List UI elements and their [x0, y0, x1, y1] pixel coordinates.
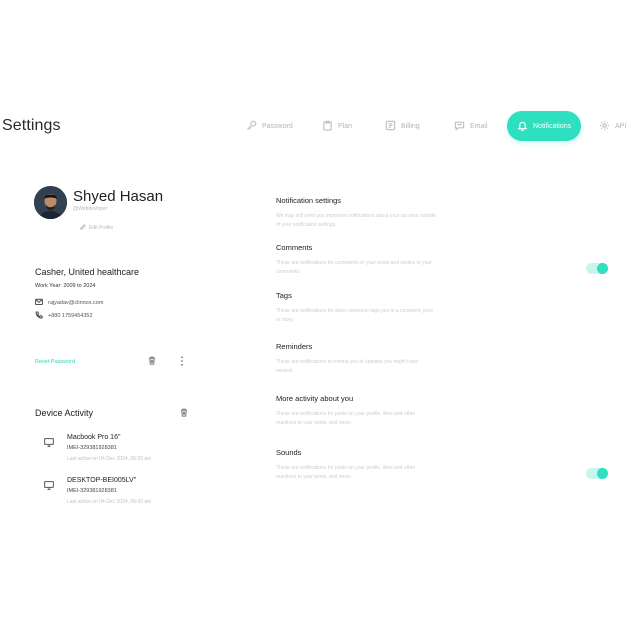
- tab-email[interactable]: Email: [454, 111, 488, 141]
- notification-description: These are notifications for posts on you…: [276, 411, 416, 426]
- sounds-toggle[interactable]: [586, 468, 608, 479]
- device-imei: IMEI-329381928381: [67, 445, 117, 451]
- settings-tabs: Password Plan Billing Email Notification…: [240, 111, 640, 141]
- gear-icon: [599, 120, 610, 133]
- email-text: rajyadav@clinnox.com: [48, 300, 104, 306]
- job-title: Casher, United healthcare: [35, 267, 140, 277]
- tab-plan[interactable]: Plan: [322, 111, 352, 141]
- notification-item-tags: Tags These are notifications for when so…: [276, 291, 636, 324]
- notification-title: Reminders: [276, 342, 313, 351]
- monitor-icon: [44, 481, 54, 490]
- notification-item-sounds: Sounds These are notifications for posts…: [276, 448, 636, 481]
- device-name: DESKTOP-BEI005LV": [67, 477, 137, 484]
- notification-item-activity: More activity about you These are notifi…: [276, 394, 636, 427]
- bell-icon: [517, 120, 528, 133]
- phone-text: +880 1759454352: [48, 313, 93, 319]
- trash-icon[interactable]: [180, 408, 188, 417]
- tab-notifications[interactable]: Notifications: [507, 111, 582, 141]
- phone-icon: [35, 311, 43, 321]
- key-icon: [246, 120, 257, 133]
- reset-password-link[interactable]: Reset Password: [35, 359, 75, 365]
- more-vertical-icon[interactable]: [180, 356, 184, 366]
- monitor-icon: [44, 438, 54, 447]
- section-title: Notification settings: [276, 196, 342, 205]
- tab-label: Email: [470, 122, 488, 130]
- tab-password[interactable]: Password: [246, 111, 293, 141]
- notification-title: Sounds: [276, 448, 302, 457]
- device-activity-title: Device Activity: [35, 408, 94, 418]
- section-description: We may still send you important notifica…: [276, 213, 436, 228]
- device-last-active: Last active on 04 Dec 2024, 06:29 am: [67, 456, 152, 462]
- tab-label: API: [615, 122, 627, 130]
- notification-description: These are notifications for when someone…: [276, 308, 433, 323]
- trash-icon[interactable]: [148, 356, 156, 365]
- mail-icon: [35, 298, 43, 308]
- tab-label: Plan: [338, 122, 353, 130]
- notification-item-reminders: Reminders These are notifications to rem…: [276, 342, 636, 375]
- toggle-knob: [597, 263, 608, 274]
- chat-icon: [454, 120, 465, 133]
- tab-billing[interactable]: Billing: [385, 111, 420, 141]
- phone-contact: +880 1759454352: [35, 311, 93, 321]
- device-last-active: Last active on 04 Dec 2024, 06:43 am: [67, 499, 152, 505]
- notification-title: More activity about you: [276, 394, 354, 403]
- notification-settings-heading: Notification settings We may still send …: [276, 196, 636, 229]
- tab-api[interactable]: API: [599, 111, 626, 141]
- tab-label: Notifications: [533, 122, 572, 130]
- comments-toggle[interactable]: [586, 263, 608, 274]
- profile-name: Shyed Hasan: [73, 188, 164, 205]
- avatar: [34, 186, 67, 219]
- device-imei: IMEI-329381928381: [67, 488, 117, 494]
- edit-profile-link[interactable]: Edit Profile: [80, 224, 113, 232]
- toggle-knob: [597, 468, 608, 479]
- notification-description: These are notifications for posts on you…: [276, 465, 416, 480]
- notification-title: Comments: [276, 243, 313, 252]
- notification-title: Tags: [276, 291, 292, 300]
- notification-description: These are notifications to remind you of…: [276, 359, 419, 374]
- device-name: Macbook Pro 16": [67, 434, 121, 441]
- email-contact: rajyadav@clinnox.com: [35, 298, 103, 308]
- clipboard-icon: [322, 120, 333, 133]
- work-year: Work Year: 2009 to 2024: [35, 283, 96, 289]
- edit-profile-label: Edit Profile: [89, 225, 114, 231]
- notification-description: These are notifications for comments on …: [276, 260, 432, 275]
- billing-icon: [385, 120, 396, 133]
- tab-label: Password: [262, 122, 293, 130]
- tab-label: Billing: [401, 122, 420, 130]
- profile-handle: @Webdevloper: [73, 206, 108, 212]
- notification-item-comments: Comments These are notifications for com…: [276, 243, 636, 276]
- pencil-icon: [80, 224, 86, 232]
- page-title: Settings: [2, 117, 61, 134]
